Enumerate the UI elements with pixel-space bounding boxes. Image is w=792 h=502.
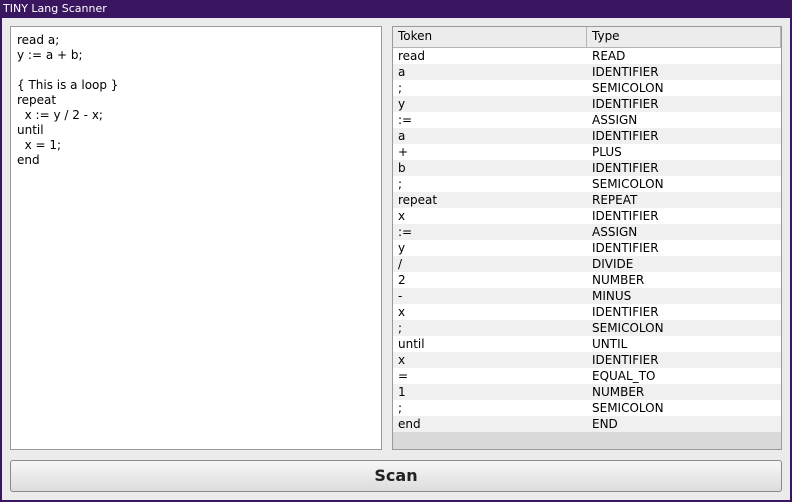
- token-cell: read: [398, 49, 426, 63]
- type-cell: IDENTIFIER: [592, 241, 659, 255]
- token-cell: :=: [398, 113, 413, 127]
- table-row[interactable]: := ASSIGN: [393, 112, 781, 128]
- scan-button[interactable]: Scan: [10, 460, 782, 492]
- table-row[interactable]: b IDENTIFIER: [393, 160, 781, 176]
- type-cell: SEMICOLON: [592, 81, 664, 95]
- type-cell: REPEAT: [592, 193, 638, 207]
- token-cell: +: [398, 145, 409, 159]
- table-row[interactable]: - MINUS: [393, 288, 781, 304]
- type-cell: IDENTIFIER: [592, 129, 659, 143]
- table-row[interactable]: ; SEMICOLON: [393, 176, 781, 192]
- token-table[interactable]: Token Type read READ a IDENTIFIER; SEMICOLON…: [392, 26, 782, 450]
- token-cell: ;: [398, 401, 403, 415]
- type-cell: SEMICOLON: [592, 321, 664, 335]
- token-cell: y: [398, 241, 406, 255]
- token-cell: a: [398, 65, 406, 79]
- type-cell: NUMBER: [592, 273, 645, 287]
- token-cell: 1: [398, 385, 406, 399]
- token-cell: a: [398, 129, 406, 143]
- column-header-type[interactable]: Type: [587, 27, 781, 47]
- token-cell: x: [398, 305, 406, 319]
- token-cell: x: [398, 209, 406, 223]
- token-cell: y: [398, 97, 406, 111]
- table-row[interactable]: ; SEMICOLON: [393, 400, 781, 416]
- table-row[interactable]: ; SEMICOLON: [393, 320, 781, 336]
- token-cell: /: [398, 257, 403, 271]
- token-cell: 2: [398, 273, 406, 287]
- table-row[interactable]: a IDENTIFIER: [393, 64, 781, 80]
- type-cell: MINUS: [592, 289, 632, 303]
- table-row[interactable]: x IDENTIFIER: [393, 352, 781, 368]
- token-table-body: read READ a IDENTIFIER; SEMICOLON y IDENTIFIER…: [393, 48, 781, 432]
- table-row[interactable]: a IDENTIFIER: [393, 128, 781, 144]
- table-row[interactable]: / DIVIDE: [393, 256, 781, 272]
- token-table-header: Token Type: [393, 27, 781, 48]
- type-cell: ASSIGN: [592, 113, 638, 127]
- table-row[interactable]: ; SEMICOLON: [393, 80, 781, 96]
- token-cell: repeat: [398, 193, 438, 207]
- table-row[interactable]: 2 NUMBER: [393, 272, 781, 288]
- type-cell: END: [592, 417, 618, 431]
- source-code-editor[interactable]: read a; y := a + b; { This is a loop } r…: [10, 26, 382, 450]
- token-cell: ;: [398, 321, 403, 335]
- table-row[interactable]: y IDENTIFIER: [393, 240, 781, 256]
- type-cell: IDENTIFIER: [592, 97, 659, 111]
- token-cell: ;: [398, 81, 403, 95]
- type-cell: IDENTIFIER: [592, 209, 659, 223]
- window-border-left: [0, 18, 2, 502]
- source-code-text[interactable]: read a; y := a + b; { This is a loop } r…: [17, 33, 375, 168]
- table-row[interactable]: read READ: [393, 48, 781, 64]
- window-title: TINY Lang Scanner: [3, 2, 107, 15]
- window-titlebar[interactable]: TINY Lang Scanner: [0, 0, 792, 18]
- type-cell: UNTIL: [592, 337, 628, 351]
- token-cell: =: [398, 369, 409, 383]
- token-cell: ;: [398, 177, 403, 191]
- type-cell: IDENTIFIER: [592, 65, 659, 79]
- type-cell: SEMICOLON: [592, 401, 664, 415]
- type-cell: IDENTIFIER: [592, 353, 659, 367]
- table-row[interactable]: end END: [393, 416, 781, 432]
- type-cell: EQUAL_TO: [592, 369, 656, 383]
- token-cell: until: [398, 337, 425, 351]
- token-cell: b: [398, 161, 406, 175]
- table-row[interactable]: x IDENTIFIER: [393, 208, 781, 224]
- column-header-token[interactable]: Token: [393, 27, 587, 47]
- table-row[interactable]: until UNTIL: [393, 336, 781, 352]
- type-cell: NUMBER: [592, 385, 645, 399]
- table-row[interactable]: = EQUAL_TO: [393, 368, 781, 384]
- table-row[interactable]: := ASSIGN: [393, 224, 781, 240]
- type-cell: ASSIGN: [592, 225, 638, 239]
- token-cell: end: [398, 417, 421, 431]
- type-cell: IDENTIFIER: [592, 305, 659, 319]
- table-row[interactable]: x IDENTIFIER: [393, 304, 781, 320]
- type-cell: PLUS: [592, 145, 622, 159]
- token-cell: :=: [398, 225, 413, 239]
- table-row[interactable]: 1 NUMBER: [393, 384, 781, 400]
- type-cell: READ: [592, 49, 626, 63]
- type-cell: DIVIDE: [592, 257, 634, 271]
- table-row[interactable]: + PLUS: [393, 144, 781, 160]
- table-row[interactable]: repeat REPEAT: [393, 192, 781, 208]
- token-cell: x: [398, 353, 406, 367]
- type-cell: IDENTIFIER: [592, 161, 659, 175]
- table-row[interactable]: y IDENTIFIER: [393, 96, 781, 112]
- type-cell: SEMICOLON: [592, 177, 664, 191]
- token-cell: -: [398, 289, 403, 303]
